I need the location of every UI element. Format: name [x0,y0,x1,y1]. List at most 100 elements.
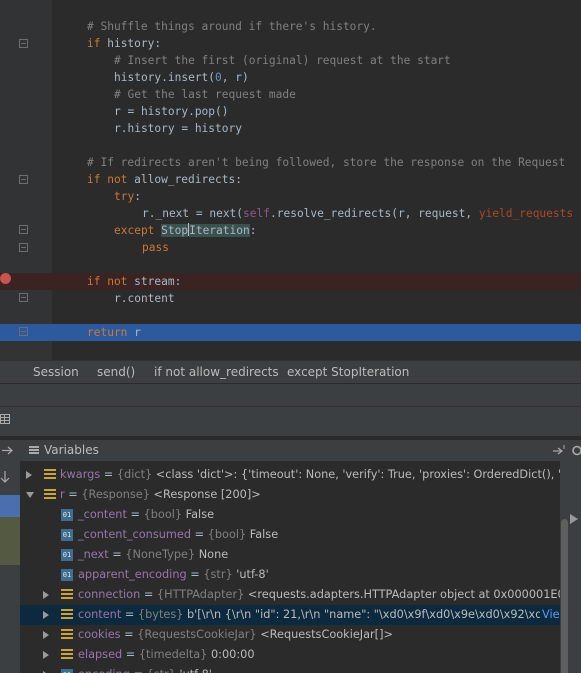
gear-icon[interactable] [571,445,581,456]
fold-marker-icon[interactable] [19,175,28,184]
variable-type: {RequestsCookieJar} [137,628,257,641]
code-line[interactable]: # Shuffle things around if there's histo… [0,18,581,35]
view-link[interactable]: View [540,605,560,625]
variable-value: 0:00:00 [210,648,255,661]
object-variable-icon [61,629,73,641]
scrollbar[interactable] [560,461,581,673]
variable-name: _next [78,548,109,561]
code-token: # Get the last request made [114,88,296,101]
variable-row[interactable]: kwargs = {dict} <class 'dict'>: {'timeou… [20,465,560,485]
code-line[interactable] [0,137,581,154]
code-line[interactable]: except StopIteration: [0,222,581,239]
variable-row[interactable]: connection = {HTTPAdapter} <requests.ada… [20,585,560,605]
variable-value: <Response [200]> [153,488,261,501]
restore-layout-icon[interactable] [553,445,566,456]
code-line[interactable] [0,256,581,273]
code-line[interactable]: history.insert(0, r) [0,69,581,86]
variable-text: _next = {NoneType} None [78,548,229,561]
code-text: r.content [114,290,175,307]
variable-text: content = {bytes} b'[\r\n {\r\n "id": 21… [78,608,560,621]
variables-tree[interactable]: kwargs = {dict} <class 'dict'>: {'timeou… [20,461,560,673]
expand-open-icon[interactable] [26,492,34,498]
variable-row[interactable]: 01 encoding = {str} 'utf-8' [20,665,560,673]
arrow-right-icon[interactable] [2,446,16,455]
code-line[interactable]: r.history = history [0,120,581,137]
code-line[interactable]: # Insert the first (original) request at… [0,52,581,69]
variable-row[interactable]: 01 _content = {bool} False [20,505,560,525]
breadcrumb-item[interactable]: send() [97,365,135,379]
breakpoint-icon[interactable] [0,273,11,284]
code-line[interactable]: pass [0,239,581,256]
code-line[interactable]: r._next = next(self.resolve_redirects(r,… [0,205,581,222]
fold-marker-icon[interactable] [19,293,28,302]
variable-row[interactable]: 01 _content_consumed = {bool} False [20,525,560,545]
expand-closed-icon[interactable] [26,471,32,479]
variable-text: encoding = {str} 'utf-8' [78,665,212,673]
code-line[interactable] [0,307,581,324]
code-line[interactable]: try: [0,188,581,205]
variable-value: 'utf-8' [179,668,211,673]
code-text: except StopIteration: [114,222,256,239]
breadcrumb-item[interactable]: if not allow_redirects [154,365,279,379]
step-down-icon[interactable] [0,471,12,485]
code-text: r._next = next(self.resolve_redirects(r,… [142,205,573,222]
code-line[interactable]: r.content [0,290,581,307]
code-token: yield_requests [478,207,574,220]
scrollbar-thumb[interactable] [561,519,568,673]
variable-type: {timedelta} [138,648,208,661]
code-token: stream: [134,275,182,288]
code-token: except [114,224,162,237]
code-line[interactable]: if not stream: [0,273,581,290]
variable-type: {str} [203,568,233,581]
code-token: return [87,326,135,339]
variable-row[interactable]: content = {bytes} b'[\r\n {\r\n "id": 21… [20,605,560,625]
code-token: r = history.pop() [114,105,229,118]
divider [0,406,581,407]
variable-value: False [185,508,215,521]
variable-name: cookies [78,628,121,641]
expand-closed-icon[interactable] [43,651,49,659]
code-line[interactable]: r = history.pop() [0,103,581,120]
code-line[interactable]: if history: [0,35,581,52]
chevron-right-icon[interactable] [570,514,578,524]
primitive-variable-icon: 01 [61,529,73,541]
variable-value: 'utf-8' [236,568,269,581]
frame-item[interactable] [0,517,20,565]
variable-name: _content [78,508,127,521]
code-token: pass [142,241,169,254]
code-line[interactable]: return r [0,324,581,341]
variable-row[interactable]: cookies = {RequestsCookieJar} <RequestsC… [20,625,560,645]
variable-row[interactable]: 01 _next = {NoneType} None [20,545,560,565]
code-editor[interactable]: # Shuffle things around if there's histo… [0,0,581,360]
code-text: if history: [87,35,161,52]
expand-closed-icon[interactable] [43,611,49,619]
variable-row[interactable]: 01 apparent_encoding = {str} 'utf-8' [20,565,560,585]
fold-marker-icon[interactable] [19,243,28,252]
variable-row[interactable]: elapsed = {timedelta} 0:00:00 [20,645,560,665]
expand-closed-icon[interactable] [43,631,49,639]
code-line[interactable]: if not allow_redirects: [0,171,581,188]
table-icon[interactable] [0,414,10,424]
variable-text: _content_consumed = {bool} False [78,528,279,541]
breadcrumb-item[interactable]: Session [33,365,79,379]
breadcrumb-item[interactable]: except StopIteration [287,365,409,379]
variable-text: _content = {bool} False [78,508,215,521]
variable-value: None [198,548,229,561]
fold-marker-icon[interactable] [19,327,28,336]
variable-row[interactable]: r = {Response} <Response [200]> [20,485,560,505]
code-text: # Get the last request made [114,86,296,103]
variable-type: {bool} [207,528,247,541]
code-line[interactable]: # Get the last request made [0,86,581,103]
code-token: Stop [161,224,189,237]
fold-marker-icon[interactable] [19,39,28,48]
frame-item-selected[interactable] [0,495,20,517]
code-text: history.insert(0, r) [114,69,249,86]
frames-column[interactable] [0,461,20,673]
code-line[interactable]: # If redirects aren't being followed, st… [0,154,581,171]
variable-text: kwargs = {dict} <class 'dict'>: {'timeou… [60,465,560,485]
expand-closed-icon[interactable] [43,591,49,599]
code-token: allow_redirects: [134,173,242,186]
fold-marker-icon[interactable] [19,225,28,234]
variable-type: {dict} [116,468,153,481]
variable-value: <requests.adapters.HTTPAdapter object at… [247,588,560,601]
